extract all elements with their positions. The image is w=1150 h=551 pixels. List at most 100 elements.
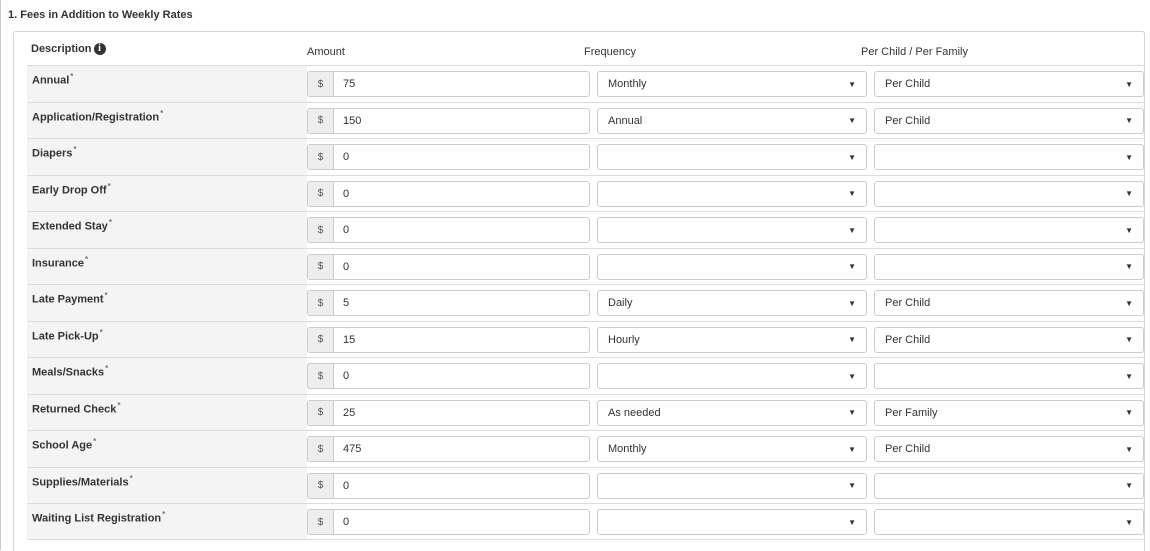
amount-input[interactable]: 0 [333,363,590,389]
fee-label: Insurance [32,257,84,270]
amount-input[interactable]: 0 [333,180,590,207]
amount-input[interactable]: 150 [333,107,590,134]
frequency-select[interactable]: ▼ [597,253,867,280]
asterisk-icon: * [129,473,133,483]
per-child-family-select[interactable]: Per Child ▼ [874,326,1144,353]
per-child-family-select[interactable]: Per Child ▼ [874,436,1144,462]
frequency-value: Hourly [608,333,640,346]
frequency-select[interactable]: Monthly ▼ [597,71,867,97]
fee-label: Meals/Snacks [32,366,105,379]
asterisk-icon: * [73,145,77,154]
table-row: Extended Stay* $ 0 ▼ ▼ [27,211,1145,248]
per-value: Per Child [885,297,931,309]
section-title: 1. Fees in Addition to Weekly Rates [8,9,193,21]
table-row: Late Pick-Up* $ 15 Hourly ▼ Per Child ▼ [27,320,1145,357]
amount-input-group: $ 75 [307,71,590,97]
table-row: Application/Registration* $ 150 Annual ▼… [27,101,1145,138]
frequency-select[interactable]: ▼ [597,363,867,389]
per-child-family-select[interactable]: ▼ [874,144,1144,170]
per-child-family-select[interactable]: Per Child ▼ [874,290,1144,316]
currency-addon: $ [307,217,333,243]
per-child-family-select[interactable]: Per Child ▼ [874,107,1144,134]
per-value: Per Child [885,333,931,346]
caret-down-icon: ▼ [1125,517,1133,527]
currency-addon: $ [307,472,333,499]
frequency-select[interactable]: Monthly ▼ [597,436,867,462]
amount-input[interactable]: 0 [333,472,590,499]
amount-input-group: $ 0 [307,180,590,207]
asterisk-icon: * [99,327,103,337]
amount-input[interactable]: 15 [333,326,590,353]
amount-input-group: $ 0 [307,472,590,499]
fee-label-cell: Early Drop Off* [27,175,307,211]
caret-down-icon: ▼ [1125,444,1133,454]
caret-down-icon: ▼ [1125,189,1133,198]
header-description-label: Description [31,43,92,55]
caret-down-icon: ▼ [848,444,856,454]
amount-input[interactable]: 0 [333,253,590,280]
fee-label-cell: Insurance* [27,248,307,284]
frequency-value: Annual [608,114,643,127]
amount-input[interactable]: 0 [333,144,590,170]
header-amount: Amount [307,46,345,58]
frequency-value: As needed [608,406,661,419]
caret-down-icon: ▼ [1125,481,1133,490]
frequency-select[interactable]: Annual ▼ [597,107,867,134]
caret-down-icon: ▼ [1125,335,1133,344]
fee-label-cell: Late Pick-Up* [27,321,307,357]
amount-input[interactable]: 475 [333,436,590,462]
per-value: Per Family [885,406,938,419]
per-child-family-select[interactable]: ▼ [874,472,1144,499]
per-child-family-select[interactable]: ▼ [874,217,1144,243]
fee-label-cell: Supplies/Materials* [27,467,307,503]
currency-addon: $ [307,399,333,426]
fee-label-cell: Late Payment* [27,285,307,321]
header-per-child-family: Per Child / Per Family [861,46,968,58]
table-row: Supplies/Materials* $ 0 ▼ ▼ [27,466,1145,503]
per-child-family-select[interactable]: Per Family ▼ [874,399,1144,426]
frequency-value: Monthly [608,443,647,455]
amount-input-group: $ 15 [307,326,590,353]
per-child-family-select[interactable]: ▼ [874,363,1144,389]
per-child-family-select[interactable]: ▼ [874,509,1144,535]
per-child-family-select[interactable]: ▼ [874,253,1144,280]
currency-addon: $ [307,363,333,389]
frequency-select[interactable]: ▼ [597,217,867,243]
frequency-select[interactable]: Hourly ▼ [597,326,867,353]
info-circle-icon[interactable]: i [93,43,106,55]
per-child-family-select[interactable]: Per Child ▼ [874,71,1144,97]
currency-addon: $ [307,326,333,353]
amount-input[interactable]: 0 [333,217,590,243]
amount-input-group: $ 150 [307,107,590,134]
caret-down-icon: ▼ [848,262,856,271]
currency-addon: $ [307,253,333,280]
frequency-select[interactable]: Daily ▼ [597,290,867,316]
frequency-select[interactable]: ▼ [597,180,867,207]
amount-input[interactable]: 75 [333,71,590,97]
fee-label: Application/Registration [32,111,160,124]
amount-input[interactable]: 0 [333,509,590,535]
amount-input[interactable]: 25 [333,399,590,426]
frequency-select[interactable]: As needed ▼ [597,399,867,426]
amount-input-group: $ 0 [307,144,590,170]
amount-input-group: $ 475 [307,436,590,462]
frequency-select[interactable]: ▼ [597,144,867,170]
amount-input[interactable]: 5 [333,290,590,316]
fee-label-cell: Application/Registration* [27,102,307,138]
frequency-value: Monthly [608,78,647,90]
currency-addon: $ [307,180,333,207]
frequency-select[interactable]: ▼ [597,509,867,535]
caret-down-icon: ▼ [848,298,856,308]
per-child-family-select[interactable]: ▼ [874,180,1144,207]
fee-label-cell: Annual* [27,66,307,102]
caret-down-icon: ▼ [1125,298,1133,308]
table-row: Annual* $ 75 Monthly ▼ Per Child ▼ [27,65,1145,102]
caret-down-icon: ▼ [1125,408,1133,417]
fee-label: Returned Check [32,403,117,416]
frequency-select[interactable]: ▼ [597,472,867,499]
asterisk-icon: * [93,437,97,446]
table-row: Waiting List Registration* $ 0 ▼ ▼ [27,503,1145,540]
fees-table-body: Annual* $ 75 Monthly ▼ Per Child ▼ Appli… [27,65,1145,540]
caret-down-icon: ▼ [1125,262,1133,271]
asterisk-icon: * [84,254,89,264]
